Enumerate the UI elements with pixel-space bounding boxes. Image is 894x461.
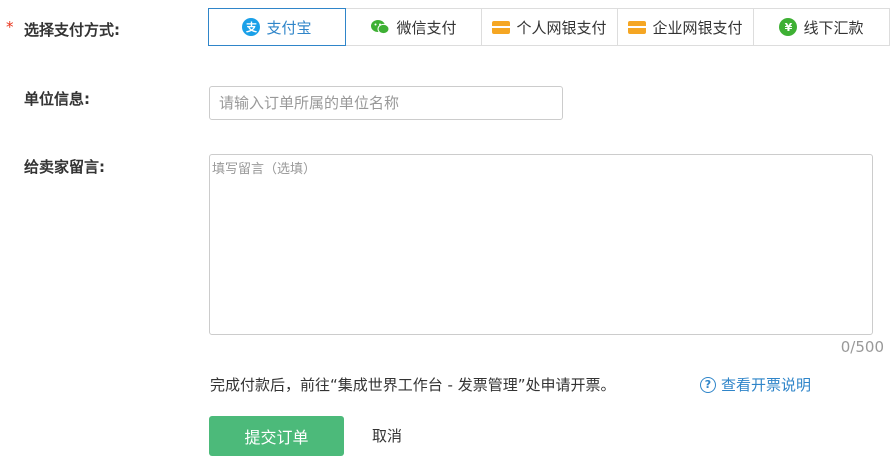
seller-message-textarea[interactable]	[209, 154, 873, 335]
payment-option-label: 微信支付	[396, 18, 457, 37]
message-char-counter: 0/500	[840, 338, 884, 356]
submit-order-button[interactable]: 提交订单	[209, 416, 344, 456]
payment-option-personal-bank[interactable]: 个人网银支付	[481, 8, 618, 46]
payment-option-alipay[interactable]: 支 支付宝	[208, 8, 346, 46]
yen-icon: ¥	[779, 18, 798, 36]
payment-option-label: 个人网银支付	[516, 18, 607, 37]
payment-option-enterprise-bank[interactable]: 企业网银支付	[617, 8, 754, 46]
wechat-icon	[370, 19, 390, 35]
bank-card-icon	[492, 20, 511, 34]
cancel-button[interactable]: 取消	[372, 425, 402, 446]
payment-option-label: 企业网银支付	[652, 18, 743, 37]
alipay-icon: 支	[242, 18, 261, 36]
invoice-help-label: 查看开票说明	[721, 376, 812, 394]
invoice-note: 完成付款后，前往“集成世界工作台 - 发票管理”处申请开票。	[210, 376, 616, 394]
company-info-label: 单位信息:	[24, 90, 90, 108]
payment-option-label: 线下汇款	[803, 18, 864, 37]
company-name-input[interactable]	[209, 86, 563, 120]
required-asterisk: *	[6, 18, 14, 36]
seller-message-label: 给卖家留言:	[24, 158, 105, 176]
payment-method-label: 选择支付方式:	[24, 21, 120, 39]
payment-option-offline-transfer[interactable]: ¥ 线下汇款	[753, 8, 890, 46]
payment-option-label: 支付宝	[266, 18, 312, 37]
invoice-help-link[interactable]: ? 查看开票说明	[700, 374, 811, 395]
payment-option-wechat[interactable]: 微信支付	[345, 8, 482, 46]
bank-card-icon	[628, 20, 647, 34]
question-circle-icon: ?	[700, 376, 716, 393]
payment-method-group: 支 支付宝 微信支付 个人网银支付 企业网银支付 ¥ 线下汇款	[208, 8, 890, 46]
